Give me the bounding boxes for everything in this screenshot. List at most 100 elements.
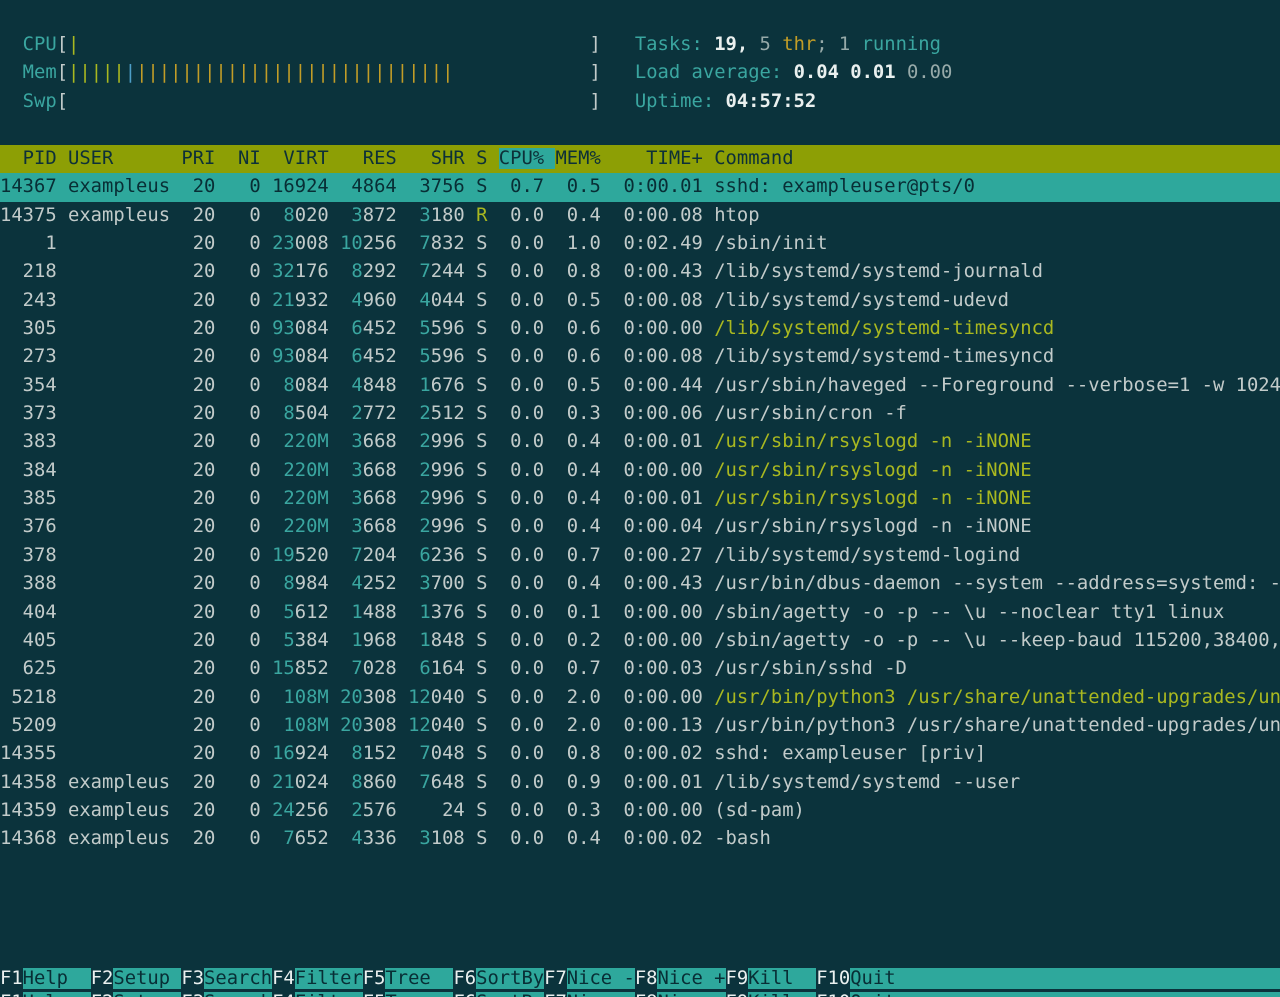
column-header-cpu-pct[interactable]: CPU% [499,148,556,169]
process-row-5218[interactable]: 5218 20 0 108M 20308 12040 S 0.0 2.0 0:0… [0,684,1280,712]
cell-res: 960 [363,290,408,311]
cell-user [68,346,181,367]
fkey-f7-nice-[interactable]: F7Nice - [544,968,635,989]
process-row-14375[interactable]: 14375 exampleus 20 0 8020 3872 3180 R 0.… [0,202,1280,230]
fkey-label: F8 [635,968,658,989]
fkey-label: F7 [544,968,567,989]
process-row-373[interactable]: 373 20 0 8504 2772 2512 S 0.0 0.3 0:00.0… [0,400,1280,428]
cell-state: S [476,573,499,594]
process-row-384[interactable]: 384 20 0 220M 3668 2996 S 0.0 0.4 0:00.0… [0,457,1280,485]
process-row-14358[interactable]: 14358 exampleus 20 0 21024 8860 7648 S 0… [0,769,1280,797]
cell-time: 0:00.08 [612,346,714,367]
cell-user: exampleus [68,772,181,793]
column-header-pid[interactable]: PID [0,148,68,169]
process-row-305[interactable]: 305 20 0 93084 6452 5596 S 0.0 0.6 0:00.… [0,315,1280,343]
fkey-f3-search: F3Search [181,992,272,997]
cell-pri: 20 [181,743,226,764]
cell-virt: 612 [295,602,340,623]
process-row-14355[interactable]: 14355 20 0 16924 8152 7048 S 0.0 0.8 0:0… [0,740,1280,768]
process-row-378[interactable]: 378 20 0 19520 7204 6236 S 0.0 0.7 0:00.… [0,542,1280,570]
fkey-action-label: Tree [385,992,453,997]
process-row-625[interactable]: 625 20 0 15852 7028 6164 S 0.0 0.7 0:00.… [0,655,1280,683]
process-row-14367[interactable]: 14367 exampleus 20 0 16924 4864 3756 S 0… [0,173,1280,201]
tasks-summary: ; [816,34,839,55]
cell-pri: 20 [181,516,226,537]
cell-virt: 220M [272,516,340,537]
column-header-time[interactable]: TIME+ [612,148,714,169]
cell-pid: 5209 [0,715,68,736]
column-header-mem-pct[interactable]: MEM% [555,148,612,169]
fkey-f3-search[interactable]: F3Search [181,968,272,989]
column-header-command[interactable]: Command [714,148,1280,169]
process-row-405[interactable]: 405 20 0 5384 1968 1848 S 0.0 0.2 0:00.0… [0,627,1280,655]
cell-state: S [476,828,499,849]
cell-ni: 0 [227,573,272,594]
process-row-1[interactable]: 1 20 0 23008 10256 7832 S 0.0 1.0 0:02.4… [0,230,1280,258]
cell-shr: 3 [408,205,431,226]
cell-virt: 8 [272,205,295,226]
column-header-user[interactable]: USER [68,148,181,169]
cell-pid: 373 [0,403,68,424]
fkey-label: F6 [453,968,476,989]
cell-shr: 6 [408,658,431,679]
process-row-14359[interactable]: 14359 exampleus 20 0 24256 2576 24 S 0.0… [0,797,1280,825]
cell-virt: 220M [272,431,340,452]
cell-pri: 20 [181,290,226,311]
process-row-354[interactable]: 354 20 0 8084 4848 1676 S 0.0 0.5 0:00.4… [0,372,1280,400]
cell-mem-pct: 2.0 [555,687,612,708]
column-header-shr[interactable]: SHR [408,148,476,169]
column-header-ni[interactable]: NI [227,148,272,169]
cell-cpu-pct: 0.0 [499,403,556,424]
cell-pid: 14368 [0,828,68,849]
cell-shr: 12 [408,715,431,736]
fkey-f1-help[interactable]: F1Help [0,968,91,989]
fkey-action-label: Kill [748,992,816,997]
cell-shr: 832 [431,233,476,254]
cell-res: 576 [363,800,408,821]
cell-time: 0:00.02 [612,828,714,849]
process-row-388[interactable]: 388 20 0 8984 4252 3700 S 0.0 0.4 0:00.4… [0,570,1280,598]
cell-time: 0:00.03 [612,658,714,679]
process-row-385[interactable]: 385 20 0 220M 3668 2996 S 0.0 0.4 0:00.0… [0,485,1280,513]
process-row-218[interactable]: 218 20 0 32176 8292 7244 S 0.0 0.8 0:00.… [0,258,1280,286]
cell-pid: 378 [0,545,68,566]
cell-user [68,488,181,509]
fkey-f8-nice-[interactable]: F8Nice + [635,968,726,989]
process-row-14368[interactable]: 14368 exampleus 20 0 7652 4336 3108 S 0.… [0,825,1280,853]
cell-time: 0:00.08 [612,290,714,311]
cell-mem-pct: 0.4 [555,488,612,509]
cell-res: 1 [340,602,363,623]
process-row-5209[interactable]: 5209 20 0 108M 20308 12040 S 0.0 2.0 0:0… [0,712,1280,740]
cell-res: 452 [363,346,408,367]
cell-shr: 996 [431,431,476,452]
fkey-action-label: Tree [385,968,453,989]
process-row-376[interactable]: 376 20 0 220M 3668 2996 S 0.0 0.4 0:00.0… [0,513,1280,541]
fkey-f10-quit[interactable]: F10Quit [816,968,1280,989]
cell-pri: 20 [181,318,226,339]
column-header-state[interactable]: S [476,148,499,169]
process-row-243[interactable]: 243 20 0 21932 4960 4044 S 0.0 0.5 0:00.… [0,287,1280,315]
fkey-f2-setup[interactable]: F2Setup [91,968,182,989]
process-row-383[interactable]: 383 20 0 220M 3668 2996 S 0.0 0.4 0:00.0… [0,428,1280,456]
fkey-f5-tree[interactable]: F5Tree [363,968,454,989]
process-row-273[interactable]: 273 20 0 93084 6452 5596 S 0.0 0.6 0:00.… [0,343,1280,371]
cell-res: 292 [363,261,408,282]
cell-res: 668 [363,516,408,537]
pad [601,62,635,83]
cell-pri: 20 [181,261,226,282]
cell-virt: 21 [272,290,295,311]
fkey-f6-sortby[interactable]: F6SortBy [453,968,544,989]
cell-time: 0:00.00 [612,318,714,339]
cell-ni: 0 [227,743,272,764]
column-header-pri[interactable]: PRI [181,148,226,169]
fkey-label: F2 [91,992,114,997]
pad [0,34,23,55]
fkey-f9-kill[interactable]: F9Kill [726,968,817,989]
cell-time: 0:00.00 [612,800,714,821]
process-row-404[interactable]: 404 20 0 5612 1488 1376 S 0.0 0.1 0:00.0… [0,599,1280,627]
column-header-res[interactable]: RES [340,148,408,169]
fkey-f4-filter[interactable]: F4Filter [272,968,363,989]
column-header-virt[interactable]: VIRT [272,148,340,169]
cell-ni: 0 [227,375,272,396]
cell-pri: 20 [181,658,226,679]
